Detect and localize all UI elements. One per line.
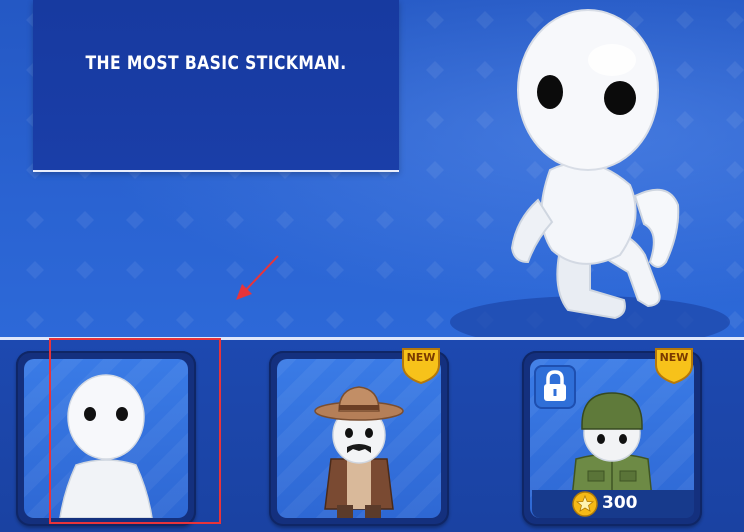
pattern-diamond: [176, 311, 194, 329]
selection-highlight: [49, 338, 221, 524]
right-eye: [604, 81, 636, 115]
pattern-diamond: [326, 311, 344, 329]
price-tag: 300: [532, 490, 694, 518]
pattern-diamond: [276, 311, 294, 329]
padlock-icon: [544, 370, 566, 401]
pattern-diamond: [176, 211, 194, 229]
character-preview-stickman[interactable]: [440, 0, 744, 340]
pattern-diamond: [276, 211, 294, 229]
pattern-diamond: [326, 261, 344, 279]
character-description: THE MOST BASIC STICKMAN.: [85, 52, 347, 74]
preview-stage: THE MOST BASIC STICKMAN.: [0, 0, 744, 340]
left-eye: [537, 75, 563, 109]
lock-icon: [534, 365, 576, 409]
pattern-diamond: [126, 261, 144, 279]
pattern-diamond: [376, 311, 394, 329]
new-badge-label: NEW: [659, 351, 689, 364]
character-card-cowboy[interactable]: NEW: [269, 348, 449, 526]
new-badge: NEW: [399, 345, 443, 385]
pattern-diamond: [76, 261, 94, 279]
pattern-diamond: [26, 311, 44, 329]
pattern-diamond: [26, 211, 44, 229]
pattern-diamond: [76, 311, 94, 329]
price-value: 300: [602, 493, 638, 513]
pattern-diamond: [176, 261, 194, 279]
pattern-diamond: [226, 211, 244, 229]
pattern-diamond: [126, 311, 144, 329]
star-coin-icon: [572, 491, 598, 517]
new-badge-label: NEW: [406, 351, 436, 364]
pointer-arrow-icon: [236, 255, 279, 300]
description-panel: THE MOST BASIC STICKMAN.: [33, 0, 399, 172]
pattern-diamond: [376, 261, 394, 279]
pattern-diamond: [26, 261, 44, 279]
pattern-diamond: [226, 311, 244, 329]
pattern-diamond: [126, 211, 144, 229]
pattern-diamond: [76, 211, 94, 229]
pattern-diamond: [376, 211, 394, 229]
new-badge: NEW: [652, 345, 696, 385]
pattern-diamond: [326, 211, 344, 229]
